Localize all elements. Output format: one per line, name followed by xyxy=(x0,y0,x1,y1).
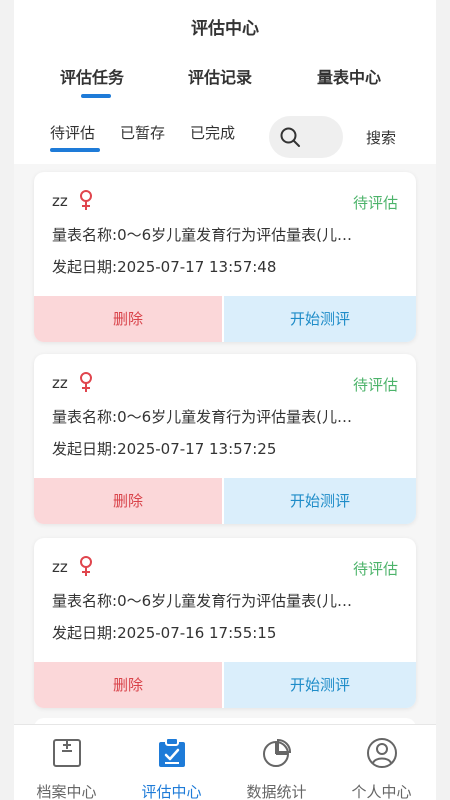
card-actions: 删除 开始测评 xyxy=(34,296,416,342)
delete-button[interactable]: 删除 xyxy=(34,478,222,524)
status-subtabs: 待评估 已暂存 已完成 搜索 xyxy=(14,106,436,164)
subject-name: zz xyxy=(52,558,68,576)
pie-chart-icon xyxy=(263,738,292,767)
scale-name-label: 量表名称: xyxy=(52,226,118,244)
start-date-value: 2025-07-17 13:57:25 xyxy=(117,440,277,458)
scale-name-label: 量表名称: xyxy=(52,408,118,426)
start-date-row: 发起日期:2025-07-16 17:55:15 xyxy=(52,622,276,643)
active-subtab-indicator xyxy=(50,148,100,152)
nav-archive-center[interactable]: 档案中心 xyxy=(14,725,119,800)
subject-name: zz xyxy=(52,192,68,210)
scale-name-row: 量表名称:0～6岁儿童发育行为评估量表(儿… xyxy=(52,406,352,427)
start-assessment-button[interactable]: 开始测评 xyxy=(224,478,416,524)
card-actions: 删除 开始测评 xyxy=(34,662,416,708)
clipboard-check-icon xyxy=(159,737,185,767)
app-screen: 评估中心 评估任务 评估记录 量表中心 待评估 已暂存 已完成 搜索 zz 待评… xyxy=(14,0,436,800)
scale-name-row: 量表名称:0～6岁儿童发育行为评估量表(儿… xyxy=(52,590,352,611)
tab-scale-center[interactable]: 量表中心 xyxy=(317,64,381,88)
female-icon xyxy=(80,190,92,210)
start-date-label: 发起日期: xyxy=(52,624,118,642)
delete-button[interactable]: 删除 xyxy=(34,662,222,708)
scale-name-value: 0～6岁儿童发育行为评估量表(儿… xyxy=(117,408,353,426)
delete-button[interactable]: 删除 xyxy=(34,296,222,342)
page-title: 评估中心 xyxy=(191,19,259,39)
search-button[interactable]: 搜索 xyxy=(366,127,396,148)
scale-name-value: 0～6岁儿童发育行为评估量表(儿… xyxy=(117,592,353,610)
assessment-card: zz 待评估 量表名称:0～6岁儿童发育行为评估量表(儿… 发起日期:2025-… xyxy=(34,354,416,524)
scale-name-row: 量表名称:0～6岁儿童发育行为评估量表(儿… xyxy=(52,224,352,245)
tab-evaluation-record[interactable]: 评估记录 xyxy=(188,64,252,88)
nav-personal-center[interactable]: 个人中心 xyxy=(329,725,434,800)
assessment-card: zz 待评估 量表名称:0～6岁儿童发育行为评估量表(儿… 发起日期:2025-… xyxy=(34,172,416,342)
status-badge: 待评估 xyxy=(352,560,398,578)
nav-label: 评估中心 xyxy=(141,783,202,800)
header: 评估中心 xyxy=(14,0,436,50)
status-badge: 待评估 xyxy=(352,376,398,394)
bottom-nav: 档案中心 评估中心 数据统计 个人中心 xyxy=(14,724,436,800)
subtab-completed[interactable]: 已完成 xyxy=(190,122,235,143)
active-tab-indicator xyxy=(81,94,111,98)
archive-icon xyxy=(53,739,81,767)
start-date-row: 发起日期:2025-07-17 13:57:48 xyxy=(52,256,276,277)
start-assessment-button[interactable]: 开始测评 xyxy=(224,662,416,708)
main-tabs: 评估任务 评估记录 量表中心 xyxy=(14,50,436,106)
nav-label: 数据统计 xyxy=(246,783,307,800)
tab-evaluation-task[interactable]: 评估任务 xyxy=(60,64,124,88)
status-badge: 待评估 xyxy=(352,194,398,212)
nav-evaluation-center[interactable]: 评估中心 xyxy=(119,725,224,800)
search-input[interactable] xyxy=(269,116,343,158)
subtab-saved[interactable]: 已暂存 xyxy=(120,122,165,143)
female-icon xyxy=(80,556,92,576)
subtab-pending[interactable]: 待评估 xyxy=(50,122,95,143)
nav-data-statistics[interactable]: 数据统计 xyxy=(224,725,329,800)
start-date-row: 发起日期:2025-07-17 13:57:25 xyxy=(52,438,276,459)
scale-name-label: 量表名称: xyxy=(52,592,118,610)
female-icon xyxy=(80,372,92,392)
subject-name: zz xyxy=(52,374,68,392)
nav-label: 档案中心 xyxy=(36,783,97,800)
user-icon xyxy=(367,738,397,768)
start-date-label: 发起日期: xyxy=(52,440,118,458)
search-icon xyxy=(280,127,300,147)
start-date-label: 发起日期: xyxy=(52,258,118,276)
start-assessment-button[interactable]: 开始测评 xyxy=(224,296,416,342)
assessment-card: zz 待评估 量表名称:0～6岁儿童发育行为评估量表(儿… 发起日期:2025-… xyxy=(34,538,416,708)
start-date-value: 2025-07-16 17:55:15 xyxy=(117,624,277,642)
card-actions: 删除 开始测评 xyxy=(34,478,416,524)
scale-name-value: 0～6岁儿童发育行为评估量表(儿… xyxy=(117,226,353,244)
start-date-value: 2025-07-17 13:57:48 xyxy=(117,258,277,276)
nav-label: 个人中心 xyxy=(351,783,412,800)
